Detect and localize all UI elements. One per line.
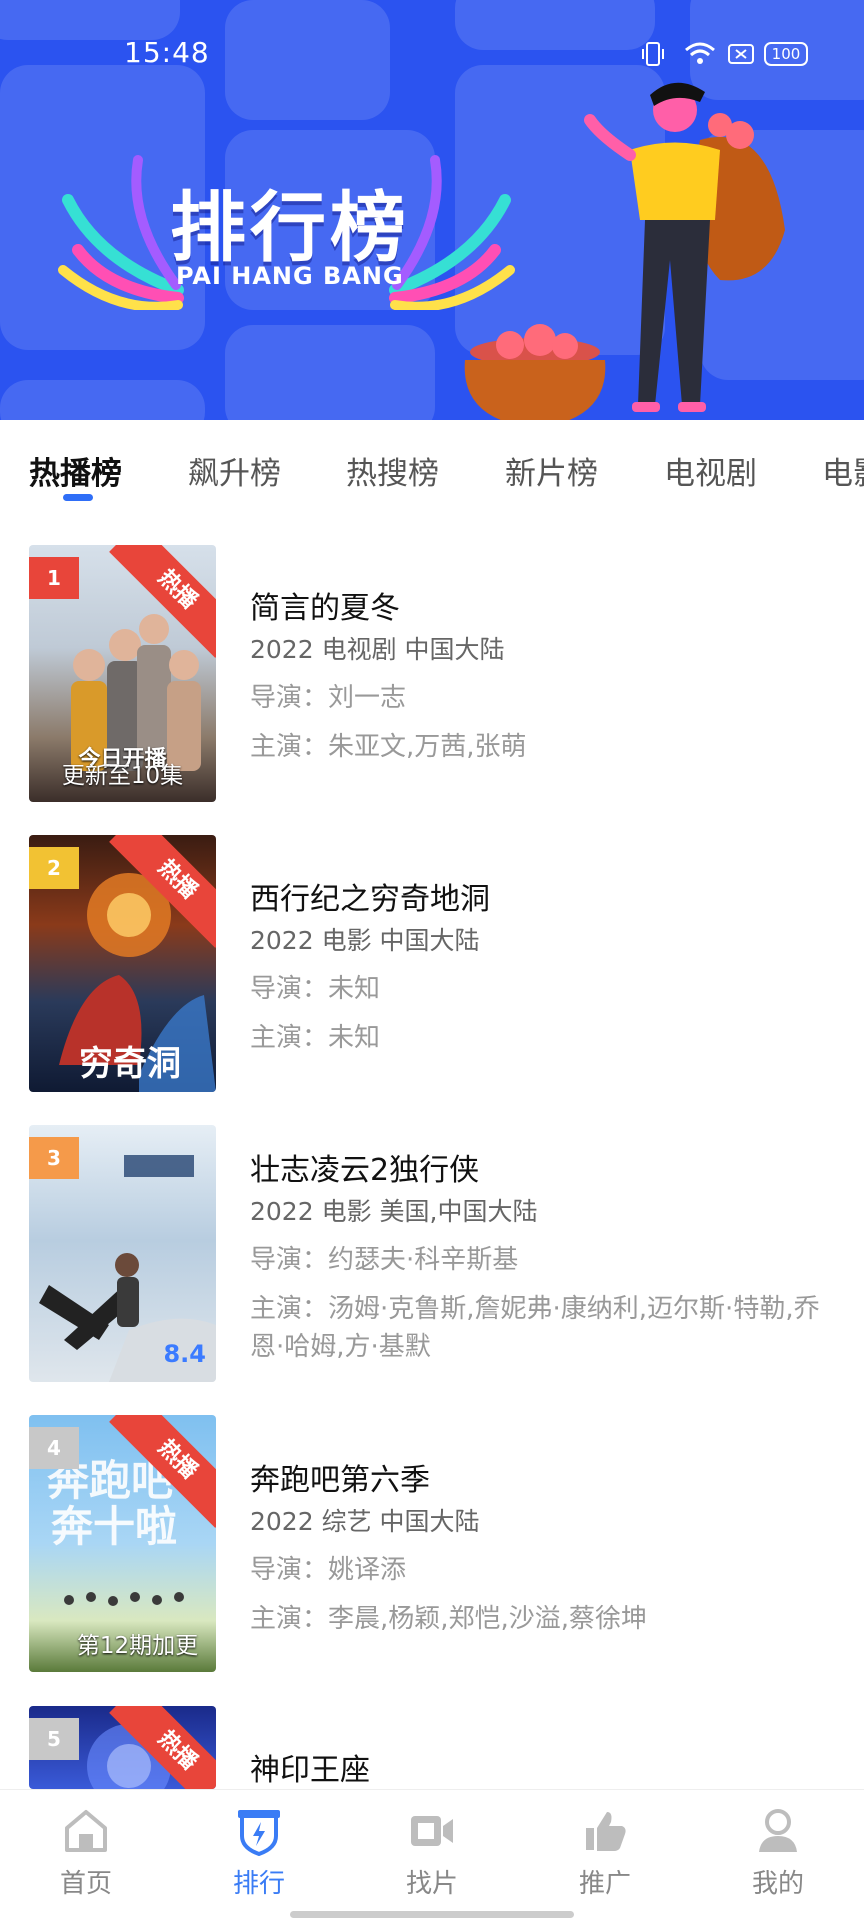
rank-badge: 4 — [29, 1427, 79, 1469]
movie-director: 导演：姚译添 — [250, 1555, 407, 1585]
sim-icon — [728, 44, 754, 64]
nav-promote-label[interactable]: 推广 — [545, 1863, 665, 1900]
tab-hot-search[interactable]: 热搜榜 — [346, 448, 439, 493]
video-camera-icon — [411, 1816, 453, 1846]
movie-info: 2022 电影 中国大陆 — [250, 926, 480, 955]
nav-ranking-label[interactable]: 排行 — [199, 1863, 319, 1900]
poster-image: 今日开播 1 热播 更新至10集 — [29, 545, 216, 802]
movie-cast: 主演：汤姆·克鲁斯,詹妮弗·康纳利,迈尔斯·特勒,乔恩·哈姆,方·基默 — [250, 1294, 820, 1362]
movie-title: 奔跑吧第六季 — [250, 1463, 430, 1498]
rank-badge: 2 — [29, 847, 79, 889]
nav-find-label[interactable]: 找片 — [372, 1863, 492, 1900]
tab-rising[interactable]: 飙升榜 — [188, 448, 281, 493]
rating-score: 8.4 — [163, 1340, 206, 1368]
nav-find[interactable] — [372, 1806, 492, 1856]
banner-bg-card — [0, 380, 205, 420]
wifi-icon — [685, 42, 715, 64]
poster-image: 3 8.4 — [29, 1125, 216, 1382]
poster-image: 穷奇洞 2 热播 — [29, 835, 216, 1092]
battery-indicator: 100 — [764, 42, 808, 66]
episode-status: 更新至10集 — [61, 763, 184, 789]
ranking-shield-icon — [238, 1810, 280, 1856]
left-burst-decoration — [58, 155, 184, 310]
rank-badge: 1 — [29, 557, 79, 599]
movie-title: 简言的夏冬 — [250, 591, 400, 626]
person-illustration — [584, 82, 785, 412]
banner-bg-card — [225, 325, 435, 420]
poster-image: 5 热播 — [29, 1706, 216, 1789]
movie-title: 西行纪之穷奇地洞 — [250, 882, 490, 917]
movie-cast: 主演：李晨,杨颖,郑恺,沙溢,蔡徐坤 — [250, 1604, 648, 1634]
movie-director: 导演：刘一志 — [250, 683, 407, 713]
home-icon — [65, 1810, 107, 1852]
movie-info: 2022 电影 美国,中国大陆 — [250, 1197, 538, 1226]
nav-profile-label[interactable]: 我的 — [718, 1863, 838, 1900]
nav-profile[interactable] — [718, 1806, 838, 1856]
banner-bg-card — [455, 0, 655, 50]
tab-tv-series[interactable]: 电视剧 — [664, 448, 757, 493]
ranking-banner: 15:48 100 排行榜 PAI HANG BANG — [0, 0, 864, 420]
status-time: 15:48 — [124, 36, 210, 69]
thumbs-up-icon — [586, 1812, 626, 1851]
poster-image: 奔跑吧 奔十啦 4 热播 第12期加更 — [29, 1415, 216, 1672]
movie-cast: 主演：朱亚文,万茜,张萌 — [250, 732, 527, 762]
episode-status: 第12期加更 — [76, 1633, 199, 1659]
rank-badge: 5 — [29, 1718, 79, 1760]
banner-bg-card — [0, 0, 180, 40]
svg-text:穷奇洞: 穷奇洞 — [79, 1044, 181, 1084]
movie-info: 2022 电视剧 中国大陆 — [250, 635, 505, 664]
movie-info: 2022 综艺 中国大陆 — [250, 1507, 480, 1536]
tab-new-release[interactable]: 新片榜 — [505, 448, 598, 493]
tab-hot-play[interactable]: 热播榜 — [29, 448, 122, 493]
movie-director: 导演：约瑟夫·科辛斯基 — [250, 1245, 519, 1275]
banner-bg-card — [225, 0, 390, 120]
nav-home[interactable] — [26, 1806, 146, 1856]
movie-cast: 主演：未知 — [250, 1023, 381, 1053]
tab-movies[interactable]: 电影 — [822, 448, 864, 493]
rank-badge: 3 — [29, 1137, 79, 1179]
nav-ranking[interactable] — [199, 1806, 319, 1856]
movie-title: 神印王座 — [250, 1753, 370, 1788]
vibrate-icon — [642, 42, 664, 66]
user-icon — [759, 1809, 797, 1852]
movie-director: 导演：未知 — [250, 974, 381, 1004]
banner-subtitle: PAI HANG BANG — [176, 262, 404, 290]
movie-title: 壮志凌云2独行侠 — [250, 1153, 480, 1188]
svg-text:奔十啦: 奔十啦 — [51, 1502, 177, 1551]
nav-home-label[interactable]: 首页 — [26, 1863, 146, 1900]
active-tab-indicator — [63, 494, 93, 501]
nav-promote[interactable] — [545, 1806, 665, 1856]
gesture-home-bar[interactable] — [290, 1911, 574, 1918]
banner-title: 排行榜 — [170, 183, 410, 272]
